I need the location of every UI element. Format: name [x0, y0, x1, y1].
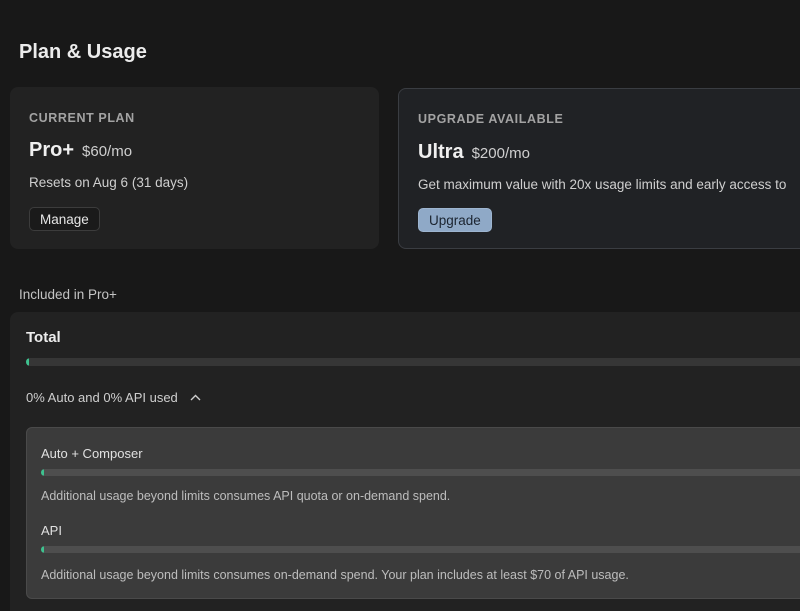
- auto-composer-progress-bar: [41, 469, 800, 476]
- reset-date-text: Resets on Aug 6 (31 days): [29, 175, 189, 190]
- auto-composer-note: Additional usage beyond limits consumes …: [41, 489, 451, 503]
- api-progress-bar: [41, 546, 800, 553]
- total-usage-label: Total: [26, 329, 61, 346]
- upgrade-card: UPGRADE AVAILABLE Ultra $200/mo Get maxi…: [398, 88, 800, 249]
- chevron-up-icon: [190, 394, 201, 401]
- api-progress-fill: [41, 546, 44, 553]
- auto-composer-progress-fill: [41, 469, 44, 476]
- api-usage-label: API: [41, 523, 62, 538]
- current-plan-line: Pro+ $60/mo: [29, 139, 132, 162]
- plan-usage-page: Plan & Usage CURRENT PLAN Pro+ $60/mo Re…: [0, 0, 800, 611]
- current-plan-price: $60/mo: [82, 143, 133, 160]
- current-plan-card: CURRENT PLAN Pro+ $60/mo Resets on Aug 6…: [10, 87, 379, 249]
- current-plan-name: Pro+: [29, 139, 75, 161]
- upgrade-plan-price: $200/mo: [471, 145, 530, 162]
- upgrade-description: Get maximum value with 20x usage limits …: [418, 177, 787, 192]
- total-progress-bar: [26, 358, 800, 366]
- usage-breakdown-details: Auto + Composer Additional usage beyond …: [26, 427, 800, 599]
- api-usage-note: Additional usage beyond limits consumes …: [41, 568, 629, 582]
- total-progress-fill: [26, 358, 29, 366]
- upgrade-eyebrow: UPGRADE AVAILABLE: [418, 112, 564, 126]
- usage-breakdown-toggle[interactable]: 0% Auto and 0% API used: [26, 390, 201, 405]
- page-title: Plan & Usage: [19, 41, 147, 63]
- included-section-label: Included in Pro+: [19, 287, 117, 302]
- current-plan-eyebrow: CURRENT PLAN: [29, 111, 135, 125]
- auto-composer-label: Auto + Composer: [41, 446, 143, 461]
- upgrade-plan-name: Ultra: [418, 141, 464, 163]
- manage-button[interactable]: Manage: [29, 207, 100, 231]
- upgrade-plan-line: Ultra $200/mo: [418, 141, 530, 164]
- usage-breakdown-label: 0% Auto and 0% API used: [26, 390, 178, 405]
- usage-panel: Total 0% Auto and 0% API used Auto + Com…: [10, 312, 800, 611]
- upgrade-button[interactable]: Upgrade: [418, 208, 492, 232]
